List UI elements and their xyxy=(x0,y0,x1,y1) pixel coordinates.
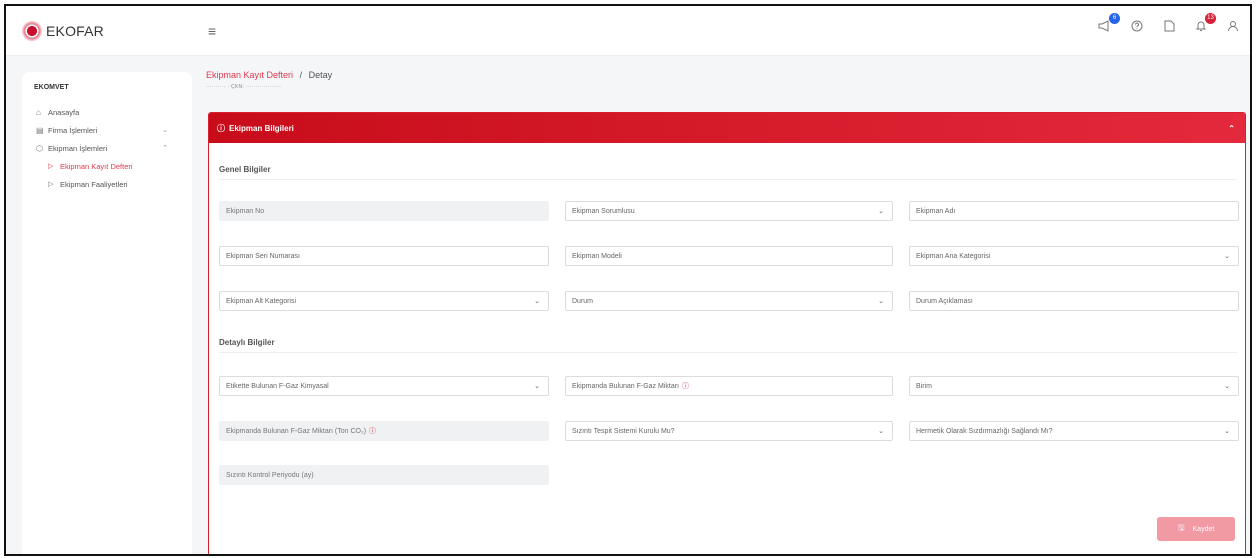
chevron-up-icon: ⌃ xyxy=(162,145,168,152)
document-icon[interactable] xyxy=(1160,20,1178,35)
sub-category-select[interactable]: Ekipman Alt Kategorisi ⌄ xyxy=(219,291,549,311)
panel-header[interactable]: ⓘ Ekipman Bilgileri ⌃ xyxy=(209,113,1245,143)
building-icon: ▤ xyxy=(36,125,44,135)
help-glyph xyxy=(1131,20,1143,32)
chevron-down-icon: ⌄ xyxy=(878,428,884,435)
chevron-down-icon: ⌄ xyxy=(534,383,540,390)
cube-icon: ⬡ xyxy=(36,143,43,153)
chevron-down-icon: ⌄ xyxy=(1224,428,1230,435)
chevron-down-icon: ⌄ xyxy=(878,208,884,215)
messages-badge: 6 xyxy=(1109,13,1120,24)
field-label: Ekipman Seri Numarası xyxy=(226,252,300,260)
sidebar-item-label: Anasayfa xyxy=(48,107,80,117)
menu-toggle-icon[interactable]: ≡ xyxy=(208,23,216,39)
megaphone-icon[interactable]: 6 xyxy=(1096,13,1120,35)
status-description-field[interactable]: Durum Açıklaması xyxy=(909,291,1239,311)
sidebar-subitem-label: Ekipman Faaliyetleri xyxy=(60,179,128,189)
breadcrumb-separator: / xyxy=(299,70,303,80)
notification-bell-icon[interactable]: 13 xyxy=(1192,13,1216,35)
section-title-general: Genel Bilgiler xyxy=(219,165,271,174)
field-label: Hermetik Olarak Sızdırmazlığı Sağlandı M… xyxy=(916,427,1053,435)
field-label: Ekipman Adı xyxy=(916,207,956,215)
chevron-down-icon: ⌄ xyxy=(162,127,168,134)
sidebar-item-home[interactable]: ⌂ Anasayfa xyxy=(32,103,182,121)
field-label: Birim xyxy=(916,382,932,390)
save-button[interactable]: 🖫 Kaydet xyxy=(1157,517,1235,541)
field-label: Durum Açıklaması xyxy=(916,297,973,305)
field-label: Ekipman Sorumlusu xyxy=(572,207,635,215)
sidebar-subitem-label: Ekipman Kayıt Defteri xyxy=(60,161,133,171)
equipment-info-panel: ⓘ Ekipman Bilgileri ⌃ Genel Bilgiler Eki… xyxy=(208,112,1246,554)
chevron-down-icon: ⌄ xyxy=(1224,383,1230,390)
breadcrumb-parent[interactable]: Ekipman Kayıt Defteri xyxy=(206,70,293,80)
breadcrumb-subline: ·········· · ÇKN: ·················· xyxy=(206,84,282,90)
section-divider xyxy=(219,352,1237,353)
info-circle-icon: ⓘ xyxy=(369,428,377,435)
equipment-responsible-select[interactable]: Ekipman Sorumlusu ⌄ xyxy=(565,201,893,221)
home-icon: ⌂ xyxy=(36,107,41,117)
field-label: Ekipman Alt Kategorisi xyxy=(226,297,297,305)
label-chemical-select[interactable]: Etikette Bulunan F-Gaz Kimyasal ⌄ xyxy=(219,376,549,396)
hermetic-seal-select[interactable]: Hermetik Olarak Sızdırmazlığı Sağlandı M… xyxy=(909,421,1239,441)
top-icons: 6 13 xyxy=(1096,13,1242,35)
save-icon: 🖫 xyxy=(1177,523,1185,532)
chevron-down-icon: ⌄ xyxy=(534,298,540,305)
sidebar-subitem-equipment-activities[interactable]: ▷ Ekipman Faaliyetleri xyxy=(32,175,182,193)
leak-detection-select[interactable]: Sızıntı Tespit Sistemi Kurulu Mu? ⌄ xyxy=(565,421,893,441)
field-label: Ekipmanda Bulunan F-Gaz Miktarı xyxy=(572,382,679,390)
sidebar-item-equipment[interactable]: ⬡ Ekipman İşlemleri ⌃ xyxy=(32,139,182,157)
equipment-model-field[interactable]: Ekipman Modeli xyxy=(565,246,893,266)
fgas-ton-co2-field: Ekipmanda Bulunan F-Gaz Miktarı (Ton CO₂… xyxy=(219,421,549,441)
sidebar-item-label: Ekipman İşlemleri xyxy=(48,143,108,153)
brand[interactable]: EKOFAR xyxy=(22,20,202,41)
field-label: Durum xyxy=(572,297,594,305)
app-frame: EKOFAR ≡ 6 13 EKOMVET ⌂ Anasayfa ▤ Firma… xyxy=(4,4,1252,556)
sidebar-subitem-equipment-register[interactable]: ▷ Ekipman Kayıt Defteri xyxy=(32,157,182,175)
section-title-detailed: Detaylı Bilgiler xyxy=(219,338,275,347)
unit-select[interactable]: Birim ⌄ xyxy=(909,376,1239,396)
info-icon: ⓘ xyxy=(217,123,225,133)
field-label: Sızıntı Tespit Sistemi Kurulu Mu? xyxy=(572,427,675,435)
breadcrumb-current: Detay xyxy=(308,70,333,80)
app-name: EKOFAR xyxy=(46,22,104,39)
panel-title: Ekipman Bilgileri xyxy=(229,123,294,133)
field-label: Ekipman Modeli xyxy=(572,252,622,260)
field-label: Ekipman No xyxy=(226,207,265,215)
fgas-amount-field[interactable]: Ekipmanda Bulunan F-Gaz Miktarı ⓘ xyxy=(565,376,893,396)
help-icon[interactable] xyxy=(1128,20,1146,35)
sidebar-item-label: Firma İşlemleri xyxy=(48,125,98,135)
chevron-down-icon: ⌄ xyxy=(1224,253,1230,260)
document-glyph xyxy=(1164,20,1174,32)
notifications-badge: 13 xyxy=(1205,13,1216,24)
field-label: Ekipmanda Bulunan F-Gaz Miktarı (Ton CO₂… xyxy=(226,427,367,435)
serial-number-field[interactable]: Ekipman Seri Numarası xyxy=(219,246,549,266)
field-label: Etikette Bulunan F-Gaz Kimyasal xyxy=(226,382,329,390)
save-button-label: Kaydet xyxy=(1192,525,1215,533)
user-icon[interactable] xyxy=(1224,20,1242,35)
play-icon: ▷ xyxy=(48,163,54,170)
equipment-name-field[interactable]: Ekipman Adı xyxy=(909,201,1239,221)
user-glyph xyxy=(1228,21,1238,32)
play-icon: ▷ xyxy=(48,181,54,188)
leak-control-period-field: Sızıntı Kontrol Periyodu (ay) xyxy=(219,465,549,485)
info-circle-icon: ⓘ xyxy=(682,383,689,390)
chevron-down-icon: ⌄ xyxy=(878,298,884,305)
sidebar-section-title: EKOMVET xyxy=(34,84,69,91)
status-select[interactable]: Durum ⌄ xyxy=(565,291,893,311)
chevron-up-icon[interactable]: ⌃ xyxy=(1228,124,1235,133)
section-divider xyxy=(219,179,1237,180)
sidebar-item-company[interactable]: ▤ Firma İşlemleri ⌄ xyxy=(32,121,182,139)
breadcrumb: Ekipman Kayıt Defteri / Detay xyxy=(206,70,332,80)
sidebar: EKOMVET ⌂ Anasayfa ▤ Firma İşlemleri ⌄ ⬡… xyxy=(22,72,192,554)
field-label: Sızıntı Kontrol Periyodu (ay) xyxy=(226,471,314,479)
equipment-no-field: Ekipman No xyxy=(219,201,549,221)
field-label: Ekipman Ana Kategorisi xyxy=(916,252,991,260)
main-category-select[interactable]: Ekipman Ana Kategorisi ⌄ xyxy=(909,246,1239,266)
logo-icon xyxy=(22,20,42,41)
top-bar: EKOFAR ≡ 6 13 xyxy=(6,6,1250,56)
